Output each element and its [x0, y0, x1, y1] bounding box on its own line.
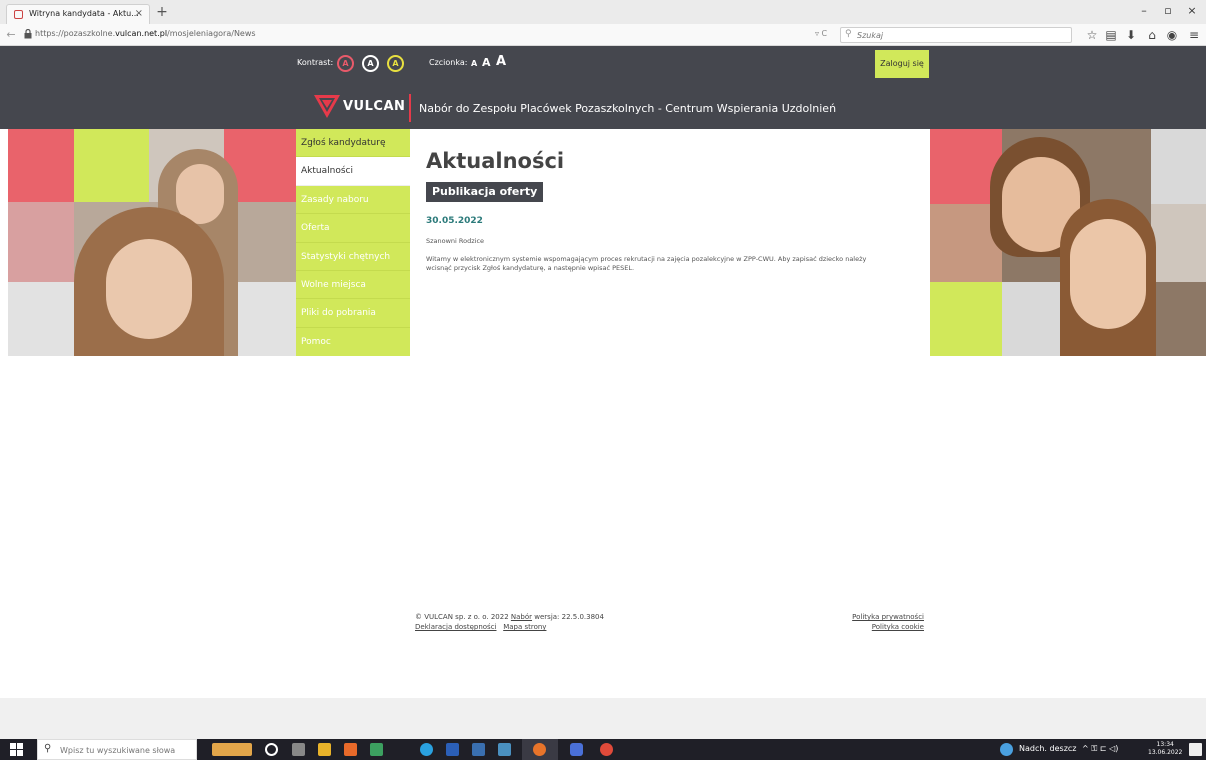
sitemap-link[interactable]: Mapa strony: [503, 623, 546, 631]
pocket-icon[interactable]: ◉: [1165, 28, 1179, 42]
header-divider: [409, 94, 411, 122]
taskbar-search-input[interactable]: [60, 744, 194, 756]
accessibility-declaration-link[interactable]: Deklaracja dostępności: [415, 623, 497, 631]
task-view-icon[interactable]: [292, 743, 305, 756]
url-prefix: https://pozaszkolne.: [35, 29, 116, 38]
file-explorer-icon[interactable]: [318, 743, 331, 756]
url-path: /mosjeleniagora/News: [167, 29, 256, 38]
czcionka-label: Czcionka:: [429, 58, 468, 67]
footer-right: Polityka prywatności Polityka cookie: [800, 612, 924, 632]
contrast-yellow-button[interactable]: A: [387, 55, 404, 72]
contrast-white-button[interactable]: A: [362, 55, 379, 72]
screen: Witryna kandydata - Aktu... × + – ▫ × ← …: [0, 0, 1206, 760]
weather-icon[interactable]: [1000, 743, 1013, 756]
windows-taskbar: ⚲ Nadch. deszcz ^ ⚿ ⊏ ◁) 13:34 13.06.202…: [0, 739, 1206, 760]
menu-item-pomoc[interactable]: Pomoc: [296, 327, 410, 357]
browser-nav-bar: ← https://pozaszkolne.vulcan.net.pl/mosj…: [0, 24, 1206, 46]
logo-text: VULCAN: [343, 99, 406, 114]
security-icon[interactable]: [570, 743, 583, 756]
nabor-link[interactable]: Nabór: [511, 613, 532, 621]
home-icon[interactable]: ⌂: [1145, 28, 1159, 42]
outlook-icon[interactable]: [344, 743, 357, 756]
side-menu: Zgłoś kandydaturę Aktualności Zasady nab…: [296, 129, 410, 357]
privacy-policy-link[interactable]: Polityka prywatności: [852, 613, 924, 621]
news-date: 30.05.2022: [426, 216, 483, 226]
hero-section: Zgłoś kandydaturę Aktualności Zasady nab…: [0, 129, 1206, 357]
site-header: Kontrast: A A A Czcionka: A A A Zaloguj …: [0, 46, 1206, 129]
menu-icon[interactable]: ≡: [1187, 28, 1201, 42]
address-bar[interactable]: https://pozaszkolne.vulcan.net.pl/mosjel…: [35, 29, 256, 38]
menu-item-zasady-naboru[interactable]: Zasady naboru: [296, 185, 410, 215]
menu-item-pliki-do-pobrania[interactable]: Pliki do pobrania: [296, 299, 410, 328]
reading-list-icon[interactable]: ▤: [1104, 28, 1118, 42]
news-widget-icon[interactable]: [212, 743, 252, 756]
hero-photo-right: [930, 129, 1206, 356]
page-title: Aktualności: [426, 149, 565, 173]
font-large-button[interactable]: A: [496, 54, 506, 69]
page-bottom-band: [0, 698, 1206, 739]
taskbar-search[interactable]: ⚲: [37, 739, 197, 760]
menu-item-statystyki-chetnych[interactable]: Statystyki chętnych: [296, 242, 410, 271]
menu-item-oferta[interactable]: Oferta: [296, 214, 410, 243]
news-title: Publikacja oferty: [426, 182, 544, 202]
main-content: Aktualności Publikacja oferty 30.05.2022…: [410, 129, 930, 356]
clock[interactable]: 13:34 13.06.2022: [1148, 741, 1182, 757]
word-icon[interactable]: [446, 743, 459, 756]
app-icon[interactable]: [498, 743, 511, 756]
app-icon[interactable]: [370, 743, 383, 756]
minimize-button[interactable]: –: [1134, 3, 1154, 19]
font-small-button[interactable]: A: [471, 59, 477, 68]
download-icon[interactable]: ⬇: [1124, 28, 1138, 42]
back-arrow-icon[interactable]: ←: [4, 28, 18, 42]
firefox-icon[interactable]: [533, 743, 546, 756]
copyright-text: © VULCAN sp. z o. o. 2022: [415, 613, 509, 621]
reload-button[interactable]: ▿ C: [815, 29, 827, 38]
app-icon[interactable]: [472, 743, 485, 756]
cookie-policy-link[interactable]: Polityka cookie: [872, 623, 924, 631]
browser-tab-bar: Witryna kandydata - Aktu... × + – ▫ ×: [0, 0, 1206, 24]
menu-item-wolne-miejsca[interactable]: Wolne miejsca: [296, 271, 410, 300]
vulcan-logo-icon[interactable]: [312, 91, 342, 121]
lock-icon: [24, 29, 32, 39]
new-tab-button[interactable]: +: [154, 3, 170, 21]
weather-text[interactable]: Nadch. deszcz: [1019, 744, 1076, 753]
login-button[interactable]: Zaloguj się: [875, 50, 929, 78]
url-domain: vulcan.net.pl: [115, 29, 168, 38]
tray-icons[interactable]: ^ ⚿ ⊏ ◁): [1082, 744, 1118, 754]
browser-search-box[interactable]: ⚲: [840, 27, 1072, 43]
chrome-icon[interactable]: [600, 743, 613, 756]
contrast-default-button[interactable]: A: [337, 55, 354, 72]
kontrast-label: Kontrast:: [297, 58, 334, 67]
footer-left: © VULCAN sp. z o. o. 2022 Nabór wersja: …: [415, 612, 604, 632]
site-title: Nabór do Zespołu Placówek Pozaszkolnych …: [419, 102, 837, 115]
edge-icon[interactable]: [420, 743, 433, 756]
favicon-icon: [14, 10, 23, 19]
windows-start-icon[interactable]: [10, 743, 23, 756]
maximize-button[interactable]: ▫: [1158, 3, 1178, 19]
news-body-line: Witamy w elektronicznym systemie wspomag…: [426, 255, 867, 263]
browser-tab[interactable]: Witryna kandydata - Aktu... ×: [6, 4, 150, 24]
news-body-line: wcisnąć przycisk Zgłoś kandydaturę, a na…: [426, 264, 635, 272]
clock-time: 13:34: [1156, 741, 1174, 748]
clock-date: 13.06.2022: [1148, 749, 1183, 756]
tab-close-button[interactable]: ×: [135, 5, 143, 23]
hero-photo-left: [8, 129, 296, 356]
version-text: wersja: 22.5.0.3804: [534, 613, 604, 621]
cortana-icon[interactable]: [265, 743, 278, 756]
font-medium-button[interactable]: A: [482, 56, 491, 69]
tab-title: Witryna kandydata - Aktu...: [29, 9, 139, 18]
news-body: Witamy w elektronicznym systemie wspomag…: [426, 255, 926, 273]
menu-item-aktualnosci[interactable]: Aktualności: [296, 157, 410, 186]
notifications-icon[interactable]: [1189, 743, 1202, 756]
search-icon: ⚲: [845, 29, 852, 39]
browser-search-input[interactable]: [857, 29, 1057, 41]
star-icon[interactable]: ☆: [1085, 28, 1099, 42]
news-greeting: Szanowni Rodzice: [426, 237, 485, 245]
search-icon: ⚲: [44, 743, 52, 754]
menu-item-zglos-kandydature[interactable]: Zgłoś kandydaturę: [296, 129, 410, 158]
close-window-button[interactable]: ×: [1182, 3, 1202, 19]
